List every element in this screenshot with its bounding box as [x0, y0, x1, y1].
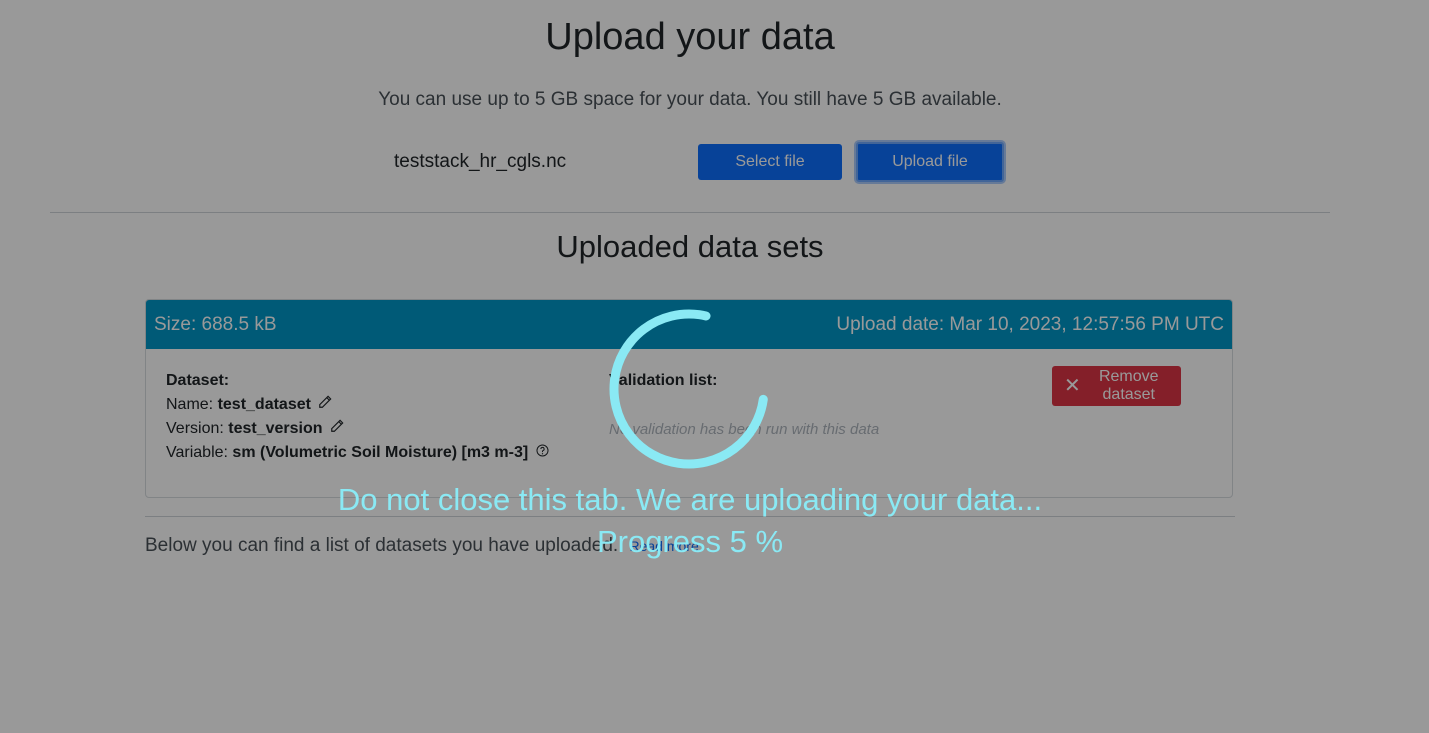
upload-progress-text: Progress 5 % [596, 524, 784, 559]
upload-page: Upload your data You can use up to 5 GB … [0, 0, 1429, 733]
upload-progress-overlay: Do not close this tab. We are uploading … [0, 0, 1429, 733]
loading-spinner-icon [609, 309, 769, 469]
upload-warning-message: Do not close this tab. We are uploading … [337, 482, 1043, 517]
